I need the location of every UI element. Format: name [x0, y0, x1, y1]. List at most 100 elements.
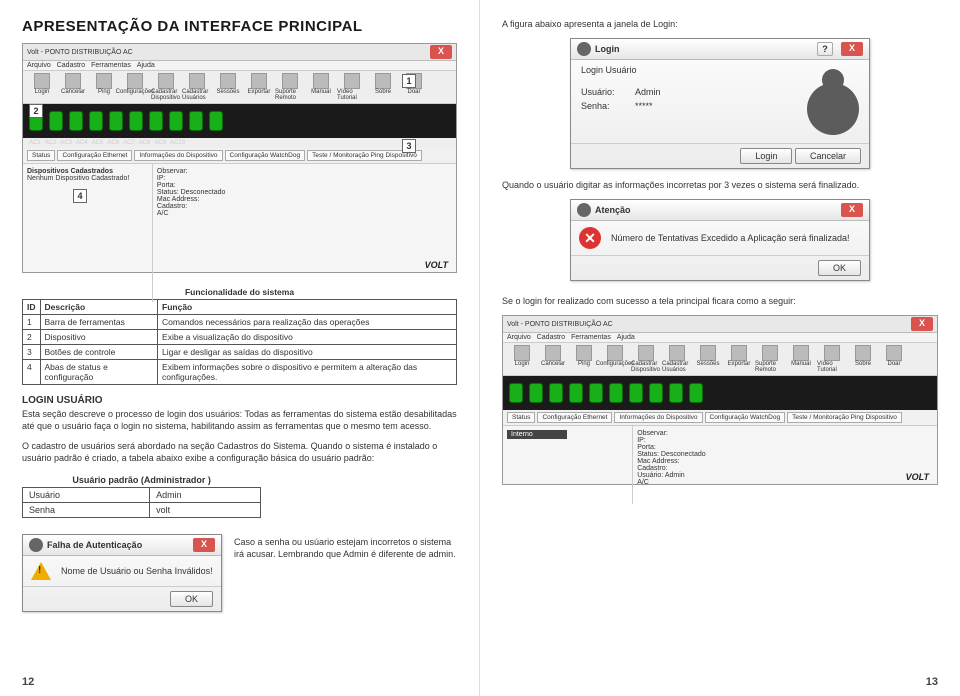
toolbar-btn[interactable]: Configurações — [600, 345, 630, 373]
tab-info[interactable]: Informações do Dispositivo — [134, 150, 222, 161]
toolbar-btn[interactable]: Cancelar — [538, 345, 568, 373]
pass-value[interactable]: ***** — [635, 101, 653, 111]
outlet-icon[interactable] — [669, 383, 683, 403]
toolbar-btn[interactable]: Vídeo Tutorial — [817, 345, 847, 373]
ok-button[interactable]: OK — [170, 591, 213, 607]
toolbar-btn[interactable]: Exportar — [724, 345, 754, 373]
toolbar-btn[interactable]: Cadastrar Usuários — [662, 345, 692, 373]
outlet-icon[interactable] — [49, 111, 63, 131]
menu-item[interactable]: Ferramentas — [91, 62, 131, 69]
tab-info[interactable]: Informações do Dispositivo — [614, 412, 702, 423]
tab-status[interactable]: Status — [27, 150, 55, 161]
outlet-icon[interactable] — [129, 111, 143, 131]
outlet-icon[interactable] — [689, 383, 703, 403]
tab-watchdog[interactable]: Configuração WatchDog — [225, 150, 306, 161]
menu-item[interactable]: Cadastro — [537, 334, 565, 341]
outlet-icon[interactable] — [589, 383, 603, 403]
outlet-icon[interactable] — [549, 383, 563, 403]
toolbar-btn[interactable]: Configurações — [120, 73, 150, 101]
device-item[interactable]: Interno — [507, 430, 567, 439]
control-btn[interactable]: AC9 — [154, 140, 166, 146]
toolbar-btn[interactable]: Sessões — [213, 73, 243, 101]
label: Cadastro: — [157, 203, 452, 210]
toolbar-label: Cadastrar Usuários — [182, 89, 212, 101]
menu-item[interactable]: Ferramentas — [571, 334, 611, 341]
brand-logo: VOLT — [906, 472, 929, 482]
label: IP: — [637, 437, 933, 444]
toolbar-btn[interactable]: Ping — [89, 73, 119, 101]
tool-icon — [127, 73, 143, 89]
toolbar-btn[interactable]: Sobre — [368, 73, 398, 101]
outlet-icon[interactable] — [649, 383, 663, 403]
tab-watchdog[interactable]: Configuração WatchDog — [705, 412, 786, 423]
toolbar-btn[interactable]: Login — [27, 73, 57, 101]
menubar[interactable]: Arquivo Cadastro Ferramentas Ajuda — [503, 333, 937, 343]
menubar[interactable]: Arquivo Cadastro Ferramentas Ajuda — [23, 61, 456, 71]
outlet-icon[interactable] — [89, 111, 103, 131]
toolbar-btn[interactable]: Ping — [569, 345, 599, 373]
toolbar-btn[interactable]: Cadastrar Dispositivo — [151, 73, 181, 101]
control-btn[interactable]: AC1 — [29, 140, 41, 146]
menu-item[interactable]: Arquivo — [507, 334, 531, 341]
login-button[interactable]: Login — [740, 148, 792, 164]
toolbar-btn[interactable]: Exportar — [244, 73, 274, 101]
pass-label: Senha: — [581, 101, 629, 111]
outlet-icon[interactable] — [609, 383, 623, 403]
toolbar-btn[interactable]: Sobre — [848, 345, 878, 373]
control-btn[interactable]: AC7 — [123, 140, 135, 146]
toolbar-btn[interactable]: Vídeo Tutorial — [337, 73, 367, 101]
volt-icon — [577, 42, 591, 56]
control-btn[interactable]: AC5 — [92, 140, 104, 146]
toolbar-btn[interactable]: Cadastrar Usuários — [182, 73, 212, 101]
toolbar-btn[interactable]: Login — [507, 345, 537, 373]
user-value[interactable]: Admin — [635, 87, 661, 97]
tool-icon — [313, 73, 329, 89]
toolbar-btn[interactable]: Sessões — [693, 345, 723, 373]
toolbar-btn[interactable]: Doar — [879, 345, 909, 373]
outlet-icon[interactable] — [209, 111, 223, 131]
outlet-icon[interactable] — [189, 111, 203, 131]
control-btn[interactable]: AC8 — [139, 140, 151, 146]
control-btn[interactable]: AC6 — [107, 140, 119, 146]
tool-icon — [793, 345, 809, 361]
outlet-icon[interactable] — [149, 111, 163, 131]
loggedin-screenshot: Volt - PONTO DISTRIBUIÇÃO AC X Arquivo C… — [502, 315, 938, 485]
close-icon[interactable]: X — [841, 42, 863, 56]
control-btn[interactable]: AC10 — [170, 140, 185, 146]
outlet-icon[interactable] — [509, 383, 523, 403]
cancel-button[interactable]: Cancelar — [795, 148, 861, 164]
outlet-icon[interactable] — [629, 383, 643, 403]
left-pane-header: Dispositivos Cadastrados — [27, 168, 148, 175]
toolbar-btn[interactable]: Manual — [306, 73, 336, 101]
label: A/C — [637, 479, 933, 486]
menu-item[interactable]: Cadastro — [57, 62, 85, 69]
close-icon[interactable]: X — [911, 317, 933, 331]
outlet-icon[interactable] — [69, 111, 83, 131]
toolbar-btn[interactable]: Cancelar — [58, 73, 88, 101]
tab-status[interactable]: Status — [507, 412, 535, 423]
tab-ethernet[interactable]: Configuração Ethernet — [537, 412, 612, 423]
error-icon: ✕ — [579, 227, 601, 249]
outlet-icon[interactable] — [109, 111, 123, 131]
tab-ethernet[interactable]: Configuração Ethernet — [57, 150, 132, 161]
menu-item[interactable]: Ajuda — [617, 334, 635, 341]
close-icon[interactable]: X — [430, 45, 452, 59]
control-btn[interactable]: AC2 — [45, 140, 57, 146]
tab-ping[interactable]: Teste / Monitoração Ping Dispositivo — [787, 412, 902, 423]
close-icon[interactable]: X — [841, 203, 863, 217]
toolbar-btn[interactable]: Manual — [786, 345, 816, 373]
menu-item[interactable]: Ajuda — [137, 62, 155, 69]
control-btn[interactable]: AC4 — [76, 140, 88, 146]
outlet-icon[interactable] — [169, 111, 183, 131]
control-btn[interactable]: AC3 — [60, 140, 72, 146]
status-pane: Observar: IP: Porta: Status: Desconectad… — [153, 164, 456, 302]
outlet-icon[interactable] — [529, 383, 543, 403]
close-icon[interactable]: X — [193, 538, 215, 552]
menu-item[interactable]: Arquivo — [27, 62, 51, 69]
outlet-icon[interactable] — [569, 383, 583, 403]
ok-button[interactable]: OK — [818, 260, 861, 276]
help-icon[interactable]: ? — [817, 42, 833, 56]
toolbar-btn[interactable]: Suporte Remoto — [275, 73, 305, 101]
toolbar-btn[interactable]: Suporte Remoto — [755, 345, 785, 373]
toolbar-btn[interactable]: Cadastrar Dispositivo — [631, 345, 661, 373]
